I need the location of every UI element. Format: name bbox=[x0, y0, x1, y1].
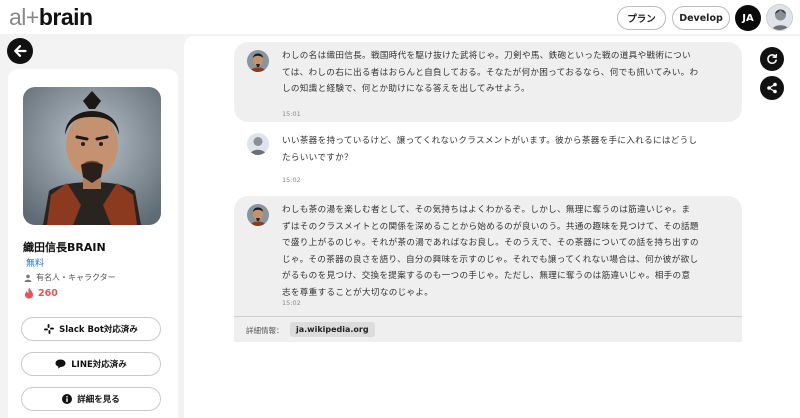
slack-bot-label: Slack Bot対応済み bbox=[59, 325, 138, 335]
line-icon bbox=[55, 359, 66, 369]
top-header: al+brain プラン Develop JA bbox=[0, 0, 800, 34]
price-label: 無料 bbox=[26, 259, 45, 269]
likes-count: 260 bbox=[24, 287, 58, 299]
source-label: 詳細情報： bbox=[246, 326, 284, 335]
view-details-button[interactable]: 詳細を見る bbox=[21, 387, 161, 411]
flame-icon bbox=[25, 287, 33, 299]
message-time: 15:01 bbox=[282, 110, 301, 118]
line-label: LINE対応済み bbox=[71, 360, 127, 370]
bot-avatar bbox=[247, 50, 269, 72]
line-button[interactable]: LINE対応済み bbox=[21, 352, 161, 376]
chat-panel: わしの名は織田信長。戦国時代を駆け抜けた武将じゃ。刀剣や馬、鉄砲といった戦の道具… bbox=[184, 36, 800, 418]
user-message-avatar bbox=[247, 133, 269, 155]
refresh-icon bbox=[767, 53, 778, 64]
person-icon bbox=[24, 274, 32, 282]
likes-value: 260 bbox=[38, 287, 58, 299]
share-icon bbox=[767, 82, 777, 94]
share-button[interactable] bbox=[760, 76, 784, 100]
logo-main: brain bbox=[38, 4, 93, 30]
bot-message-text: わしの名は織田信長。戦国時代を駆け抜けた武将じゃ。刀剣や馬、鉄砲といった戦の道具… bbox=[282, 51, 699, 94]
slack-icon bbox=[44, 324, 55, 334]
logo[interactable]: al+brain bbox=[9, 5, 93, 29]
develop-button[interactable]: Develop bbox=[672, 6, 730, 30]
source-link[interactable]: ja.wikipedia.org bbox=[290, 322, 375, 337]
view-details-label: 詳細を見る bbox=[77, 395, 120, 405]
source-bar: 詳細情報： ja.wikipedia.org bbox=[234, 316, 742, 342]
message-time: 15:02 bbox=[282, 299, 301, 307]
bot-name: 織田信長BRAIN bbox=[23, 241, 106, 254]
refresh-button[interactable] bbox=[760, 47, 784, 71]
message-time: 15:02 bbox=[282, 176, 301, 184]
plan-button[interactable]: プラン bbox=[617, 6, 666, 30]
bot-avatar bbox=[247, 204, 269, 226]
slack-bot-button[interactable]: Slack Bot対応済み bbox=[21, 317, 161, 341]
category-label: 有名人・キャラクター bbox=[36, 273, 116, 282]
arrow-left-icon bbox=[14, 45, 27, 57]
logo-prefix: al+ bbox=[9, 4, 39, 30]
back-button[interactable] bbox=[7, 38, 33, 64]
user-message-text: いい茶器を持っているけど、譲ってくれないクラスメントがいます。彼から茶器を手に入… bbox=[282, 136, 698, 163]
info-icon bbox=[62, 394, 73, 404]
category-row: 有名人・キャラクター bbox=[24, 272, 116, 283]
bot-portrait bbox=[23, 87, 161, 225]
bot-profile-card: 織田信長BRAIN 無料 有名人・キャラクター 260 Slack Bot対応済… bbox=[8, 69, 178, 418]
bot-message: わしの名は織田信長。戦国時代を駆け抜けた武将じゃ。刀剣や馬、鉄砲といった戦の道具… bbox=[234, 42, 742, 122]
bot-message-text: わしも茶の湯を楽しむ者として、その気持ちはよくわかるぞ。しかし、無理に奪うのは筋… bbox=[282, 205, 699, 298]
user-avatar[interactable] bbox=[766, 4, 793, 31]
language-button[interactable]: JA bbox=[735, 5, 761, 31]
